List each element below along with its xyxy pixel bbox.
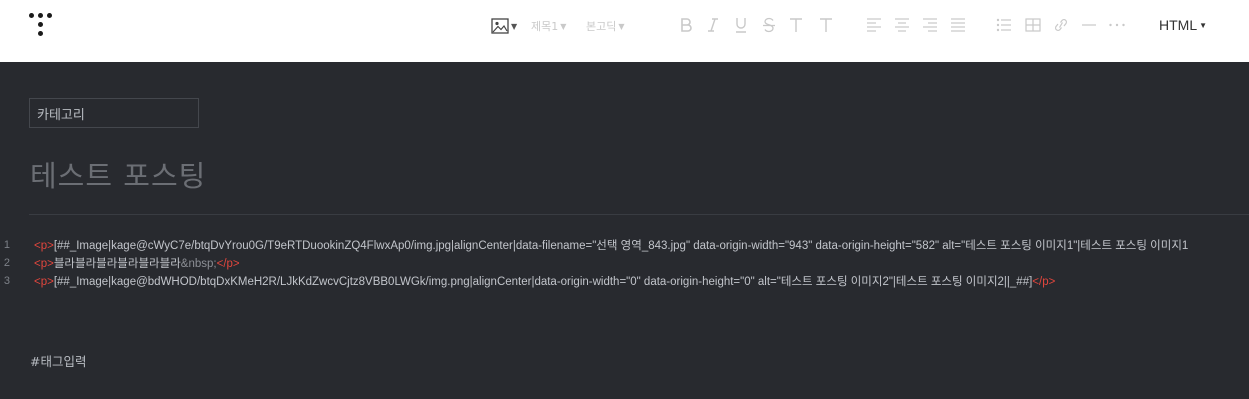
html-entity: &nbsp;	[180, 258, 217, 270]
align-center-icon	[894, 17, 910, 35]
line-number: 2	[3, 257, 10, 269]
html-tag: <p>	[34, 276, 54, 288]
strikethrough-icon	[762, 17, 776, 36]
line-number: 1	[3, 239, 10, 251]
heading-select[interactable]: 제목1 ▼	[531, 17, 566, 35]
code-content: [##_Image|kage@cWyC7e/btqDvYrou0G/T9eRTD…	[53, 240, 1189, 252]
code-line: 1 <p>[##_Image|kage@cWyC7e/btqDvYrou0G/T…	[0, 237, 1249, 255]
align-justify-icon	[950, 17, 966, 35]
code-content: [##_Image|kage@bdWHOD/btqDxKMeH2R/LJkKdZ…	[53, 276, 1033, 288]
text-color-icon	[789, 17, 803, 36]
align-center-button[interactable]	[894, 17, 910, 35]
editor-mode-select[interactable]: HTML ▼	[1159, 17, 1207, 33]
html-tag: </p>	[1032, 276, 1056, 288]
more-icon	[1108, 18, 1126, 35]
html-tag: <p>	[34, 258, 54, 270]
html-tag: <p>	[34, 240, 54, 252]
align-left-button[interactable]	[866, 17, 882, 35]
code-content: 블라블라블라블라블라블라	[53, 258, 181, 270]
italic-icon	[706, 17, 720, 36]
align-right-button[interactable]	[922, 17, 938, 35]
bulleted-list-icon	[996, 18, 1012, 35]
underline-icon	[734, 17, 748, 36]
font-select[interactable]: 본고딕 ▼	[586, 17, 625, 35]
tistory-logo-icon[interactable]	[29, 13, 53, 39]
line-number: 3	[3, 275, 10, 287]
insert-image-button[interactable]: ▼	[491, 17, 517, 35]
category-select[interactable]: 카테고리	[29, 98, 199, 128]
code-text: <p>[##_Image|kage@bdWHOD/btqDxKMeH2R/LJk…	[34, 273, 1055, 289]
bold-icon	[679, 17, 693, 36]
font-select-label: 본고딕	[586, 20, 617, 33]
chevron-down-icon: ▼	[618, 21, 625, 31]
editor-mode-label: HTML	[1159, 17, 1198, 33]
horizontal-rule-icon	[1081, 18, 1097, 35]
text-background-icon	[819, 17, 833, 36]
align-justify-button[interactable]	[950, 17, 966, 35]
align-right-icon	[922, 17, 938, 35]
link-button[interactable]	[1053, 17, 1069, 35]
underline-button[interactable]	[734, 17, 748, 35]
table-icon	[1025, 17, 1041, 35]
code-line: 2 <p>블라블라블라블라블라블라&nbsp;</p>	[0, 255, 1249, 273]
table-button[interactable]	[1025, 17, 1041, 35]
chevron-down-icon: ▼	[511, 21, 518, 31]
bold-button[interactable]	[679, 17, 693, 35]
title-divider	[29, 214, 1249, 215]
code-text: <p>[##_Image|kage@cWyC7e/btqDvYrou0G/T9e…	[34, 237, 1188, 253]
html-tag: </p>	[216, 258, 240, 270]
text-background-button[interactable]	[819, 17, 833, 35]
strikethrough-button[interactable]	[762, 17, 776, 35]
editor-toolbar: ▼ 제목1 ▼ 본고딕 ▼ HTML ▼	[0, 0, 1249, 62]
heading-select-label: 제목1	[531, 20, 559, 33]
chevron-down-icon: ▼	[560, 21, 567, 31]
code-text: <p>블라블라블라블라블라블라&nbsp;</p>	[34, 255, 240, 271]
image-icon	[491, 18, 509, 34]
align-left-icon	[866, 17, 882, 35]
post-title-input[interactable]: 테스트 포스팅	[30, 153, 206, 195]
code-line: 3 <p>[##_Image|kage@bdWHOD/btqDxKMeH2R/L…	[0, 273, 1249, 291]
chevron-down-icon: ▼	[1199, 20, 1208, 30]
more-button[interactable]	[1108, 17, 1126, 35]
bulleted-list-button[interactable]	[996, 17, 1012, 35]
horizontal-rule-button[interactable]	[1081, 17, 1097, 35]
italic-button[interactable]	[706, 17, 720, 35]
text-color-button[interactable]	[789, 17, 803, 35]
tag-input[interactable]: #태그입력	[30, 351, 86, 370]
link-icon	[1053, 18, 1069, 35]
category-placeholder: 카테고리	[37, 107, 85, 123]
